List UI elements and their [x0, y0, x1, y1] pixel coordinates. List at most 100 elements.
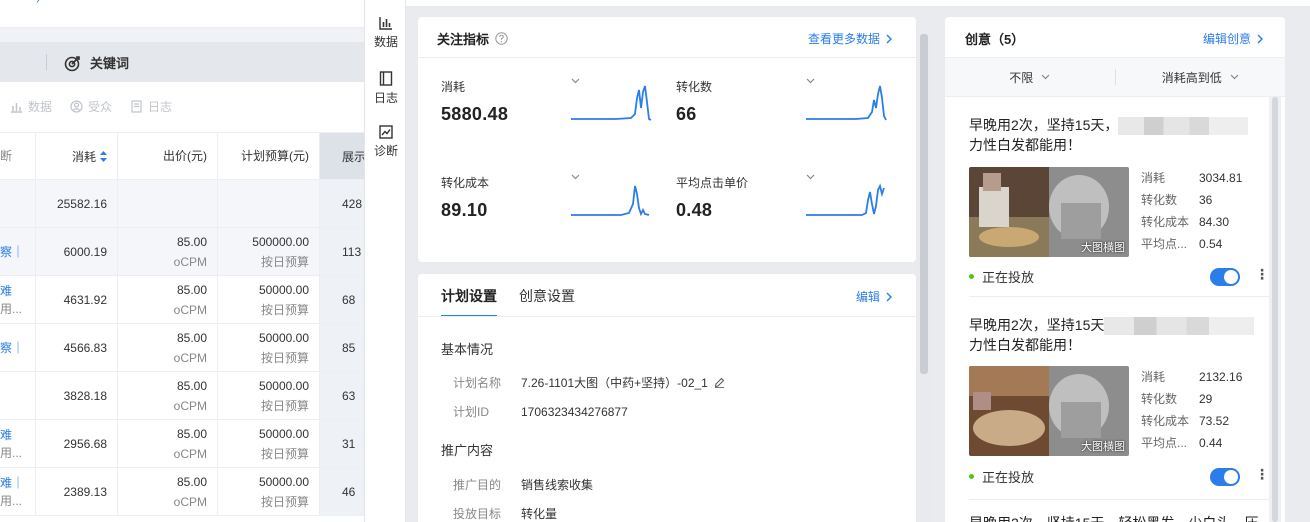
- sidebar-item-data[interactable]: 数据: [365, 16, 407, 50]
- toolbar-audience-button[interactable]: 受众: [70, 98, 112, 115]
- toolbar-log-label: 日志: [148, 99, 173, 114]
- col-header-bid[interactable]: 出价(元): [118, 133, 218, 179]
- more-options-icon[interactable]: ⋮: [1255, 466, 1269, 483]
- creative-item[interactable]: 早晚用2次，坚持15天，轻松黑发，少白头、压: [957, 513, 1269, 522]
- toolbar-audience-label: 受众: [88, 99, 113, 114]
- toolbar-data-button[interactable]: 数据: [10, 98, 52, 115]
- creative-item[interactable]: 早晚用2次，坚持15天 力性白发都能用！ 大图横图 消耗 2132.16 转化数 2…: [957, 315, 1269, 515]
- creative-title: 早晚用2次，坚持15天，轻松黑发，少白头、压: [969, 513, 1269, 522]
- row-spend-value: 4631.92: [63, 292, 107, 307]
- col-header-budget[interactable]: 计划预算(元): [218, 133, 320, 179]
- row-bid-type: oCPM: [173, 350, 207, 365]
- row-budget-type: 按日预算: [260, 494, 309, 509]
- table-row[interactable]: 难用... 4631.92 85.00 oCPM 50000.00 按日预算 68: [0, 276, 364, 324]
- creative-toggle[interactable]: [1210, 468, 1240, 486]
- edit-pencil-icon[interactable]: [714, 377, 725, 388]
- tab-creative-settings[interactable]: 创意设置: [519, 286, 575, 317]
- metric-conversion-cost: 转化成本 89.10: [441, 174, 671, 234]
- tab-keyword[interactable]: 关键词: [64, 53, 129, 72]
- creative-title: 早晚用2次，坚持15天 力性白发都能用！: [969, 315, 1269, 355]
- plan-id-row: 计划ID 1706323434276877: [453, 403, 628, 420]
- target-icon: [64, 55, 80, 71]
- row-show-value: 46: [342, 484, 356, 499]
- row-budget: 50000.00 按日预算: [218, 468, 320, 515]
- table-row[interactable]: 察｜ 6000.19 85.00 oCPM 500000.00 按日预算 113: [0, 228, 364, 276]
- row-name-fragment[interactable]: 难: [0, 426, 35, 444]
- row-show: 113: [320, 228, 364, 275]
- table-row[interactable]: 难｜ 用... 2389.13 85.00 oCPM 50000.00 按日预算 46: [0, 468, 364, 516]
- sidebar-item-log[interactable]: 日志: [365, 71, 407, 106]
- metric-avg-cpc-value: 0.48: [676, 200, 713, 220]
- creative-thumbnail[interactable]: 大图横图: [969, 167, 1129, 257]
- row-show: 46: [320, 468, 364, 515]
- metric-conversions: 转化数 66: [676, 78, 906, 138]
- row-bid: 85.00 oCPM: [118, 276, 218, 323]
- plan-name-value: 7.26-1101大图（中药+坚持）-02_1: [521, 376, 708, 390]
- view-more-data-label: 查看更多数据: [807, 32, 880, 46]
- row-budget-value: 50000.00: [258, 282, 309, 297]
- row-name-fragment[interactable]: 察｜: [0, 339, 35, 357]
- stat-cpc-label: 平均点...: [1141, 237, 1188, 251]
- delivery-target-label: 投放目标: [453, 507, 502, 521]
- creative-thumbnail[interactable]: 大图横图: [969, 366, 1129, 456]
- creative-title-line2: 力性白发都能用！: [969, 337, 1081, 354]
- metric-avg-cpc-selector[interactable]: 平均点击单价: [676, 174, 815, 191]
- main-scrollbar[interactable]: [918, 34, 930, 522]
- tab-plan-settings[interactable]: 计划设置: [441, 286, 497, 317]
- stat-cpc-label: 平均点...: [1141, 436, 1188, 450]
- creative-toggle[interactable]: [1210, 268, 1240, 286]
- creative-item[interactable]: 早晚用2次，坚持15天， 力性白发都能用！ 大图横图 消耗 3034.81 转化数…: [957, 115, 1269, 315]
- redacted-text: [1118, 117, 1249, 136]
- metrics-card: 关注指标 查看更多数据 消耗 5880.48 转化数 66 转化成本 89.10…: [418, 17, 916, 262]
- row-spend: 6000.19: [36, 228, 118, 275]
- table-row[interactable]: 3828.18 85.00 oCPM 50000.00 按日预算 63: [0, 372, 364, 420]
- row-bid-value: 85.00: [176, 234, 207, 249]
- row-name-cell[interactable]: [0, 372, 36, 419]
- col-header-show[interactable]: 展示: [320, 133, 364, 179]
- row-name-cell[interactable]: 难｜ 用...: [0, 468, 36, 515]
- row-name-fragment[interactable]: 难｜: [0, 474, 35, 492]
- creatives-scrollbar-thumb[interactable]: [1272, 97, 1278, 522]
- plan-settings-card: 计划设置 创意设置 编辑 基本情况 计划名称 7.26-1101大图（中药+坚持…: [418, 274, 916, 522]
- col-header-spend[interactable]: 消耗: [36, 133, 118, 179]
- sort-select[interactable]: 消耗高到低: [1116, 69, 1286, 86]
- row-name-cell[interactable]: 难用...: [0, 420, 36, 467]
- row-show-value: 63: [342, 388, 356, 403]
- breadcrumb-fragment[interactable]: ᐟ: [36, 0, 41, 10]
- more-options-icon[interactable]: ⋮: [1255, 266, 1269, 283]
- edit-creatives-link[interactable]: 编辑创意: [1203, 30, 1263, 47]
- row-budget: 50000.00 按日预算: [218, 276, 320, 323]
- metric-conversion-cost-selector[interactable]: 转化成本: [441, 174, 580, 191]
- main-scrollbar-thumb[interactable]: [920, 34, 928, 374]
- table-row[interactable]: 难用... 2956.68 85.00 oCPM 50000.00 按日预算 31: [0, 420, 364, 468]
- row-spend-value: 2956.68: [63, 436, 107, 451]
- creative-title-line1: 早晚用2次，坚持15天: [969, 317, 1105, 333]
- sidebar-item-diagnose[interactable]: 诊断: [365, 125, 407, 159]
- creatives-scrollbar[interactable]: [1269, 97, 1281, 522]
- edit-creatives-label: 编辑创意: [1202, 32, 1251, 46]
- row-name-fragment[interactable]: 难: [0, 282, 35, 300]
- toolbar-log-button[interactable]: 日志: [130, 98, 172, 115]
- promo-purpose-row: 推广目的 销售线索收集: [453, 476, 593, 493]
- edit-plan-link[interactable]: 编辑: [856, 288, 892, 305]
- status-dot: [969, 274, 974, 279]
- section-promotion-content: 推广内容: [441, 443, 494, 458]
- row-name-cell[interactable]: 察｜: [0, 324, 36, 371]
- creative-title-line1: 早晚用2次，坚持15天，: [969, 117, 1119, 133]
- row-name-cell[interactable]: 难用...: [0, 276, 36, 323]
- filter-status-select[interactable]: 不限: [945, 69, 1115, 86]
- help-icon[interactable]: [495, 32, 508, 45]
- metric-spend-selector[interactable]: 消耗: [441, 78, 580, 95]
- plan-tabs: 计划设置 创意设置: [441, 286, 575, 317]
- table-row[interactable]: 察｜ 4566.83 85.00 oCPM 50000.00 按日预算 85: [0, 324, 364, 372]
- row-name-fragment[interactable]: 察｜: [0, 243, 35, 261]
- row-budget-value: 50000.00: [258, 378, 309, 393]
- spacer: [0, 28, 364, 42]
- view-more-data-link[interactable]: 查看更多数据: [808, 30, 892, 47]
- row-name-cell[interactable]: 察｜: [0, 228, 36, 275]
- sort-icon[interactable]: [100, 150, 107, 162]
- creative-stats: 消耗 2132.16 转化数 29 转化成本 73.52 平均点... 0.44: [1141, 366, 1242, 454]
- total-bid-empty: [118, 180, 218, 227]
- sidebar-item-diagnose-label: 诊断: [373, 144, 398, 158]
- metric-conversions-selector[interactable]: 转化数: [676, 78, 815, 95]
